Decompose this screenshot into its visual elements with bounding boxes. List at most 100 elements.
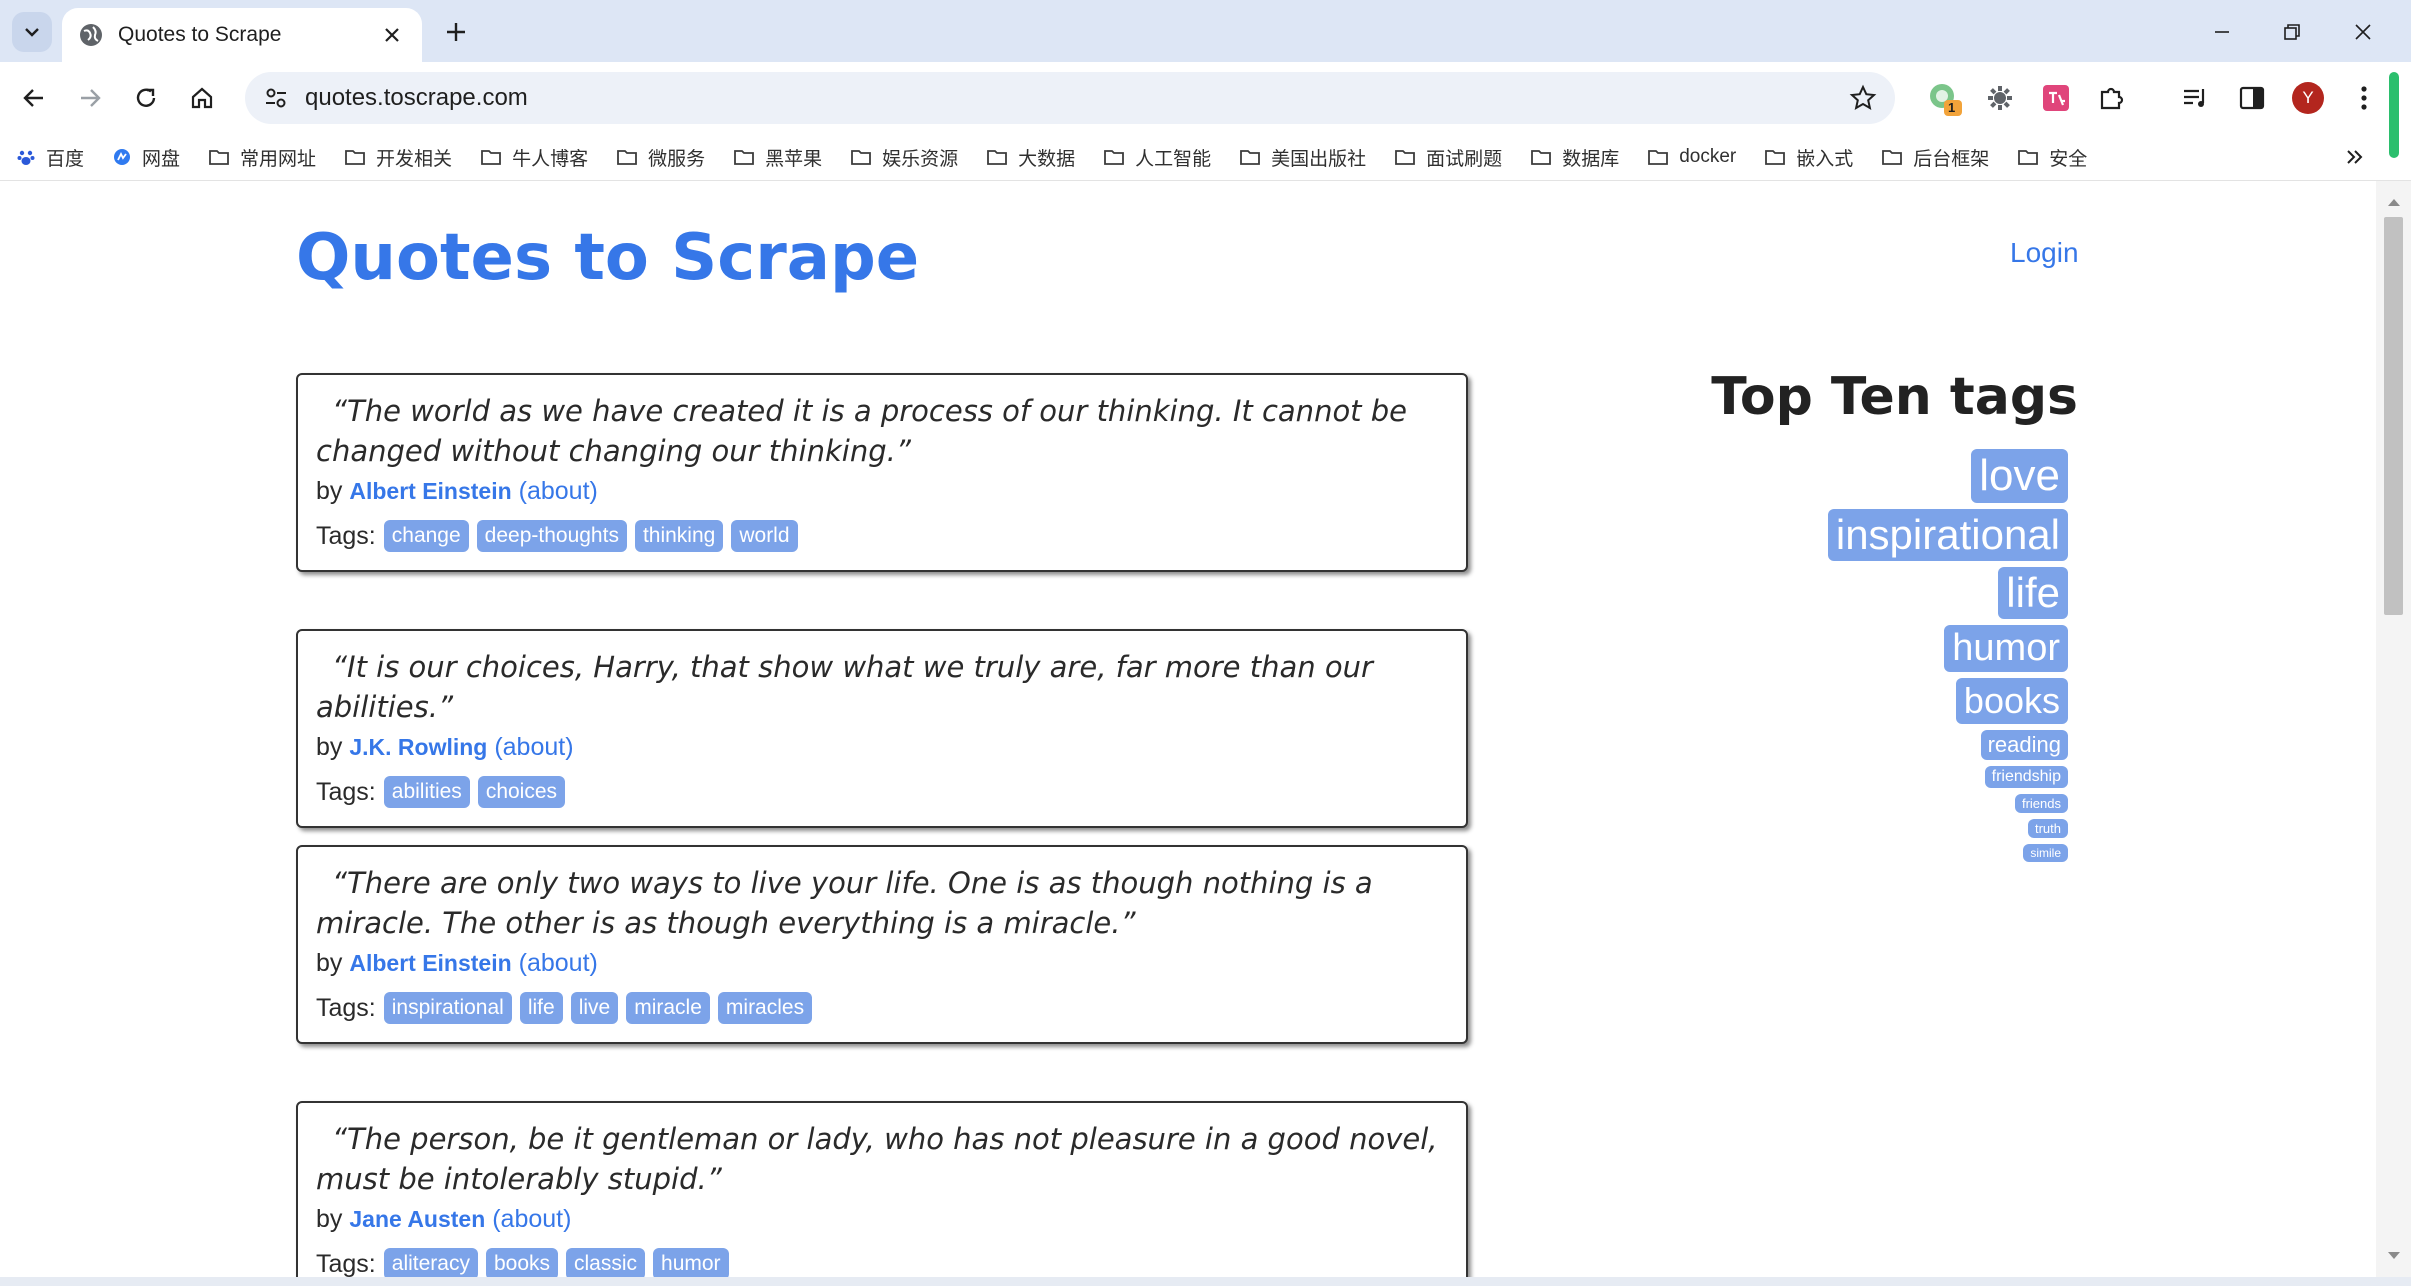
bookmark-label: 百度 bbox=[46, 148, 85, 170]
bookmarks-overflow-button[interactable] bbox=[2339, 142, 2369, 172]
extensions-menu-button[interactable] bbox=[2092, 78, 2132, 118]
quote-tag[interactable]: miracle bbox=[626, 992, 710, 1024]
restore-icon bbox=[2284, 24, 2300, 40]
scroll-down-button[interactable] bbox=[2376, 1241, 2411, 1271]
quote-tag[interactable]: miracles bbox=[717, 992, 813, 1024]
top-tag-link[interactable]: inspirational bbox=[1827, 509, 2068, 561]
triangle-down-icon bbox=[2387, 1252, 2400, 1259]
bookmark-item[interactable]: 微服务 bbox=[616, 144, 705, 171]
bookmark-star-button[interactable] bbox=[1847, 82, 1879, 114]
page-scrollbar[interactable] bbox=[2376, 181, 2411, 1277]
scroll-thumb[interactable] bbox=[2384, 217, 2403, 615]
quote-tag[interactable]: humor bbox=[653, 1248, 729, 1277]
top-tag-link[interactable]: books bbox=[1955, 678, 2068, 724]
folder-icon bbox=[851, 150, 872, 165]
bookmark-item[interactable]: 大数据 bbox=[986, 144, 1075, 171]
author-about-link[interactable]: (about) bbox=[492, 1205, 571, 1233]
login-link[interactable]: Login bbox=[2010, 237, 2079, 269]
site-title-link[interactable]: Quotes to Scrape bbox=[296, 221, 919, 295]
quote-tag[interactable]: abilities bbox=[383, 776, 470, 808]
home-button[interactable] bbox=[184, 80, 220, 116]
tune-icon bbox=[266, 88, 286, 108]
baidu-paw-icon bbox=[17, 150, 35, 165]
quote-author: Albert Einstein bbox=[349, 950, 512, 976]
address-bar[interactable]: quotes.toscrape.com bbox=[245, 72, 1895, 124]
by-label: by bbox=[316, 949, 343, 977]
top-tag-link[interactable]: truth bbox=[2027, 819, 2068, 838]
quote-tag[interactable]: life bbox=[519, 992, 563, 1024]
folder-icon bbox=[1531, 150, 1552, 165]
extension-button[interactable] bbox=[1980, 78, 2020, 118]
top-tag-link[interactable]: friends bbox=[2014, 794, 2068, 813]
top-tag-link[interactable]: love bbox=[1971, 449, 2068, 503]
bookmark-item[interactable]: 网盘 bbox=[112, 144, 180, 171]
quote-tag[interactable]: inspirational bbox=[383, 992, 512, 1024]
bookmark-item[interactable]: 人工智能 bbox=[1103, 144, 1211, 171]
quote-tag[interactable]: thinking bbox=[634, 520, 724, 552]
quote-tag[interactable]: change bbox=[383, 520, 469, 552]
bookmark-label: 嵌入式 bbox=[1796, 148, 1854, 170]
quote-tags: Tags: aliteracy books classic humor bbox=[316, 1248, 1448, 1277]
author-about-link[interactable]: (about) bbox=[519, 949, 598, 977]
media-control-button[interactable] bbox=[2176, 78, 2216, 118]
page-accent-indicator bbox=[2389, 72, 2399, 158]
side-panel-button[interactable] bbox=[2232, 78, 2272, 118]
folder-icon bbox=[617, 150, 637, 165]
forward-button[interactable] bbox=[72, 80, 108, 116]
site-info-button[interactable] bbox=[261, 83, 291, 113]
reload-button[interactable] bbox=[128, 80, 164, 116]
top-tags-cloud: love inspirational life humor books reading fr… bbox=[1700, 449, 2072, 868]
quote-tag[interactable]: live bbox=[570, 992, 619, 1024]
top-tag-link[interactable]: humor bbox=[1944, 625, 2068, 672]
bookmark-label: docker bbox=[1679, 146, 1737, 167]
bookmark-item[interactable]: 开发相关 bbox=[344, 144, 452, 171]
bookmark-label: 开发相关 bbox=[376, 148, 453, 170]
quote-card: “The person, be it gentleman or lady, wh… bbox=[296, 1101, 1468, 1277]
browser-menu-button[interactable] bbox=[2344, 78, 2384, 118]
globe-icon bbox=[80, 24, 102, 46]
bookmark-item[interactable]: 常用网址 bbox=[208, 144, 316, 171]
top-tag-link[interactable]: reading bbox=[1980, 730, 2068, 760]
quote-text: “There are only two ways to live your li… bbox=[316, 866, 1373, 940]
new-tab-button[interactable] bbox=[440, 16, 472, 48]
url-text[interactable]: quotes.toscrape.com bbox=[305, 84, 1847, 112]
bookmark-item[interactable]: 安全 bbox=[2017, 144, 2087, 171]
bookmark-item[interactable]: 后台框架 bbox=[1881, 144, 1989, 171]
quote-tag[interactable]: books bbox=[485, 1248, 559, 1277]
bookmark-item[interactable]: 百度 bbox=[16, 144, 84, 171]
quote-tag[interactable]: aliteracy bbox=[383, 1248, 478, 1277]
bookmark-item[interactable]: 牛人博客 bbox=[480, 144, 588, 171]
scroll-up-button[interactable] bbox=[2376, 187, 2411, 217]
back-button[interactable] bbox=[16, 80, 52, 116]
plus-icon bbox=[447, 23, 465, 41]
bookmark-item[interactable]: 娱乐资源 bbox=[850, 144, 958, 171]
author-about-link[interactable]: (about) bbox=[519, 477, 598, 505]
folder-icon bbox=[1765, 150, 1786, 165]
gear-icon bbox=[1988, 86, 2012, 110]
restore-button[interactable] bbox=[2274, 14, 2310, 50]
profile-button[interactable]: Y bbox=[2288, 78, 2328, 118]
minimize-button[interactable] bbox=[2204, 14, 2240, 50]
author-about-link[interactable]: (about) bbox=[494, 733, 573, 761]
quote-tag[interactable]: deep-thoughts bbox=[476, 520, 627, 552]
bookmark-item[interactable]: 数据库 bbox=[1530, 144, 1619, 171]
quote-byline: by Albert Einstein (about) bbox=[316, 949, 1448, 978]
quote-tag[interactable]: world bbox=[731, 520, 798, 552]
top-tag-link[interactable]: life bbox=[1998, 567, 2068, 619]
extension-button[interactable] bbox=[2036, 78, 2076, 118]
bookmark-item[interactable]: 面试刷题 bbox=[1394, 144, 1502, 171]
quote-tag[interactable]: classic bbox=[566, 1248, 646, 1277]
browser-tab-active[interactable]: Quotes to Scrape bbox=[62, 8, 422, 62]
bookmark-item[interactable]: docker bbox=[1647, 146, 1736, 168]
top-tag-link[interactable]: simile bbox=[2023, 844, 2068, 862]
tab-close-button[interactable] bbox=[378, 21, 406, 49]
bookmark-item[interactable]: 黑苹果 bbox=[733, 144, 822, 171]
top-tag-link[interactable]: friendship bbox=[1984, 766, 2068, 788]
bookmark-item[interactable]: 美国出版社 bbox=[1239, 144, 1366, 171]
bookmark-item[interactable]: 嵌入式 bbox=[1764, 144, 1853, 171]
extension-button[interactable]: 1 bbox=[1924, 78, 1964, 118]
tab-search-button[interactable] bbox=[12, 12, 52, 52]
quote-byline: by J.K. Rowling (about) bbox=[316, 733, 1448, 762]
close-window-button[interactable] bbox=[2345, 14, 2381, 50]
quote-tag[interactable]: choices bbox=[477, 776, 566, 808]
